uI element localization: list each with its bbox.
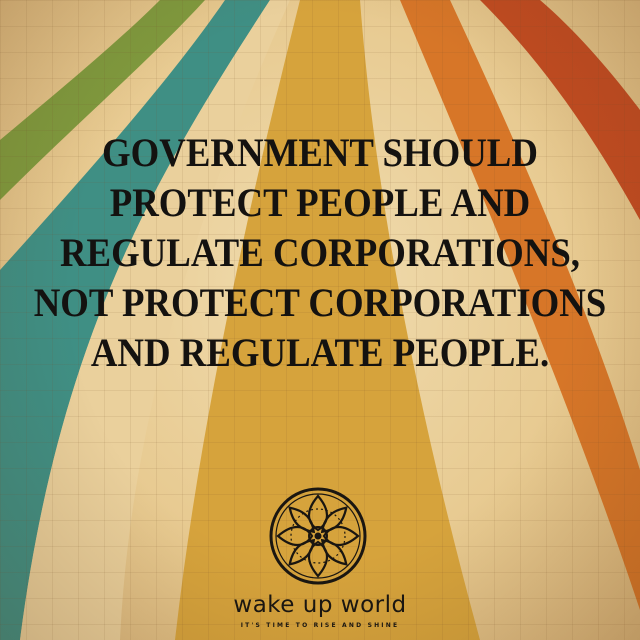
headline-quote: GOVERNMENT SHOULD PROTECT PEOPLE AND REG… [26, 128, 615, 378]
headline-line-3: REGULATE CORPORATIONS, [59, 230, 581, 275]
mandala-icon [269, 487, 367, 585]
brand-name: wake up world [233, 592, 407, 618]
headline-line-4: NOT PROTECT CORPORATIONS [33, 280, 607, 325]
brand-tagline: IT'S TIME TO RISE AND SHINE [240, 622, 400, 629]
headline-line-1: GOVERNMENT SHOULD [102, 130, 538, 175]
poster: GOVERNMENT SHOULD PROTECT PEOPLE AND REG… [0, 0, 640, 640]
headline-line-2: PROTECT PEOPLE AND [109, 180, 531, 225]
headline-line-5: AND REGULATE PEOPLE. [90, 330, 550, 375]
